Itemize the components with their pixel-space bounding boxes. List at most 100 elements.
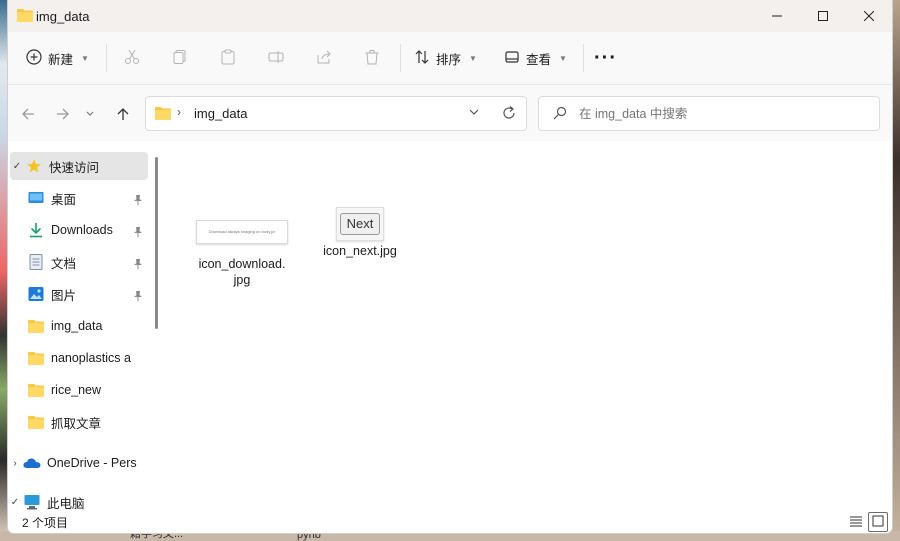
forward-button[interactable] [51, 103, 75, 127]
file-thumbnail: Next [336, 207, 384, 241]
sidebar-item-label: 桌面 [51, 192, 77, 207]
recent-locations-button[interactable] [82, 103, 98, 127]
file-list-pane[interactable]: Download always imaging on body.jcr icon… [166, 141, 892, 511]
sidebar-item-label: 抓取文章 [51, 416, 102, 431]
expand-chevron-icon[interactable]: › [8, 458, 22, 469]
pin-icon [132, 194, 144, 206]
close-button[interactable] [846, 0, 892, 32]
sidebar-item-onedrive[interactable]: › OneDrive - Pers [8, 449, 148, 477]
file-explorer-window: img_data 新建 ▼ 排序 ▼ 查看 ▼ ··· › img_data 在… [8, 0, 892, 533]
rename-button[interactable] [260, 42, 292, 74]
more-options-button[interactable]: ··· [594, 42, 617, 74]
chevron-down-icon: ▼ [81, 53, 89, 63]
clipboard-icon [220, 49, 236, 68]
sidebar-item-label: 图片 [51, 288, 77, 303]
toolbar-divider [106, 44, 107, 72]
arrow-right-icon [56, 107, 70, 124]
share-icon [316, 49, 332, 68]
maximize-button[interactable] [800, 0, 846, 32]
pin-icon [132, 290, 144, 302]
share-button[interactable] [308, 42, 340, 74]
window-title: img_data [36, 9, 90, 24]
chevron-down-icon: ▼ [559, 53, 567, 63]
expand-chevron-icon[interactable]: ✓ [8, 497, 22, 508]
sort-button-label: 排序 [436, 52, 462, 67]
sidebar-item-this-pc[interactable]: ✓ 此电脑 [8, 488, 148, 511]
new-button-label: 新建 [48, 52, 74, 67]
sort-icon [414, 49, 430, 68]
copy-icon [172, 49, 188, 68]
refresh-icon[interactable] [501, 105, 517, 124]
new-button[interactable]: 新建 ▼ [26, 42, 89, 74]
folder-icon [26, 383, 46, 397]
sidebar-scrollbar[interactable] [155, 157, 158, 329]
sidebar-item-label: rice_new [51, 383, 102, 397]
more-options-label: ··· [594, 46, 617, 69]
view-button-label: 查看 [526, 52, 552, 67]
command-toolbar: 新建 ▼ 排序 ▼ 查看 ▼ ··· [8, 32, 892, 85]
file-item-icon-next[interactable]: Next icon_next.jpg [305, 207, 415, 259]
view-icon [504, 49, 520, 68]
toolbar-divider [583, 44, 584, 72]
sidebar-item-scraped-articles[interactable]: 抓取文章 [8, 408, 166, 436]
folder-icon [26, 351, 46, 365]
download-icon [26, 222, 46, 238]
pin-icon [132, 258, 144, 270]
plus-circle-icon [26, 48, 42, 68]
file-thumbnail: Download always imaging on body.jcr [196, 220, 288, 244]
breadcrumb-chevron-icon[interactable]: › [177, 105, 181, 119]
cut-button[interactable] [116, 42, 148, 74]
details-view-button[interactable] [846, 512, 866, 532]
expand-chevron-icon[interactable]: ✓ [10, 161, 24, 172]
address-history-dropdown[interactable] [468, 106, 480, 121]
folder-icon [17, 8, 33, 25]
file-item-icon-download[interactable]: Download always imaging on body.jcr icon… [187, 220, 297, 288]
sidebar-item-label: Downloads [51, 223, 113, 237]
chevron-down-icon [85, 108, 95, 122]
folder-icon [155, 106, 171, 123]
copy-button[interactable] [164, 42, 196, 74]
breadcrumb-current[interactable]: img_data [194, 106, 247, 121]
back-button[interactable] [16, 103, 40, 127]
navigation-bar: › img_data [8, 85, 892, 141]
search-input[interactable] [577, 103, 871, 125]
paste-button[interactable] [212, 42, 244, 74]
search-icon [553, 106, 567, 123]
computer-icon [22, 494, 42, 510]
sidebar-item-label: 快速访问 [49, 160, 100, 175]
up-button[interactable] [111, 103, 135, 127]
title-bar[interactable]: img_data [8, 0, 892, 32]
sidebar-item-quick-access[interactable]: ✓ 快速访问 [10, 152, 148, 180]
search-box[interactable] [538, 96, 880, 131]
sidebar-item-rice-new[interactable]: rice_new [8, 376, 166, 404]
sidebar-item-label: nanoplastics a [51, 351, 131, 365]
delete-button[interactable] [356, 42, 388, 74]
trash-icon [364, 49, 380, 68]
sidebar-item-label: 此电脑 [47, 496, 85, 511]
sidebar-item-nanoplastics[interactable]: nanoplastics a [8, 344, 166, 372]
minimize-button[interactable] [754, 0, 800, 32]
address-bar[interactable]: › img_data [145, 96, 527, 131]
arrow-left-icon [21, 107, 35, 124]
view-button[interactable]: 查看 ▼ [504, 42, 567, 74]
scissors-icon [124, 49, 140, 68]
toolbar-divider [400, 44, 401, 72]
file-name: icon_download. [198, 257, 286, 271]
rename-icon [268, 49, 284, 68]
thumbnail-text: Download always imaging on body.jcr [208, 229, 276, 234]
large-icons-view-button[interactable] [868, 512, 888, 532]
folder-icon [26, 415, 46, 429]
sidebar-item-label: img_data [51, 319, 103, 333]
sidebar-item-label: 文档 [51, 256, 77, 271]
desktop-icon [26, 191, 46, 205]
sidebar-item-img-data[interactable]: img_data [8, 312, 166, 340]
file-name: jpg [233, 273, 251, 287]
desktop-background-right [892, 0, 900, 541]
navigation-pane: ✓ 快速访问 桌面 Downloads 文档 图片 img_data nanop… [8, 141, 166, 511]
folder-icon [26, 319, 46, 333]
star-icon [24, 158, 44, 174]
sort-button[interactable]: 排序 ▼ [414, 42, 477, 74]
pin-icon [132, 226, 144, 238]
list-view-icon [850, 515, 862, 530]
arrow-up-icon [116, 107, 130, 124]
